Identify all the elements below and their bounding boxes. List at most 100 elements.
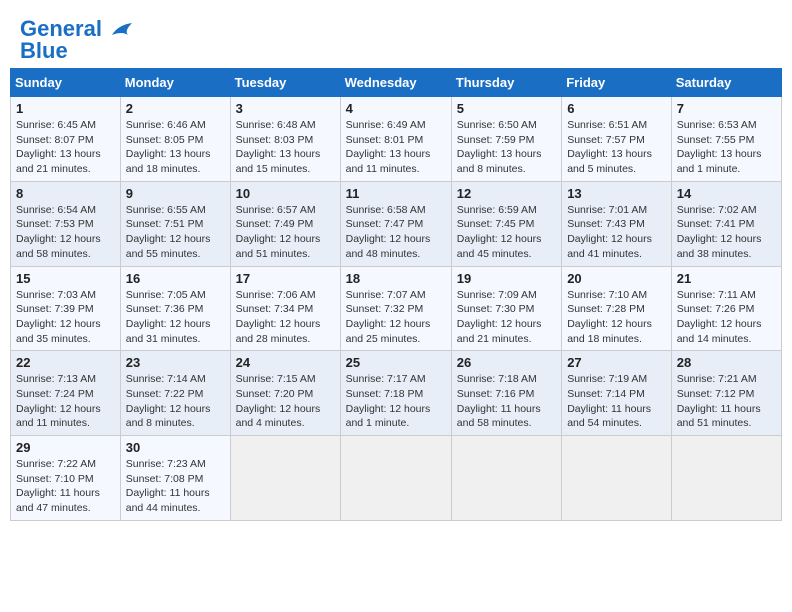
day-number: 15 xyxy=(16,271,115,286)
day-cell-19: 19 Sunrise: 7:09 AM Sunset: 7:30 PM Dayl… xyxy=(451,266,561,351)
day-detail: Sunrise: 6:51 AM Sunset: 7:57 PM Dayligh… xyxy=(567,118,666,177)
day-number: 25 xyxy=(346,355,446,370)
day-detail: Sunrise: 7:11 AM Sunset: 7:26 PM Dayligh… xyxy=(677,288,776,347)
day-detail: Sunrise: 6:50 AM Sunset: 7:59 PM Dayligh… xyxy=(457,118,556,177)
day-detail: Sunrise: 7:07 AM Sunset: 7:32 PM Dayligh… xyxy=(346,288,446,347)
header-friday: Friday xyxy=(562,69,672,97)
header-monday: Monday xyxy=(120,69,230,97)
day-number: 30 xyxy=(126,440,225,455)
day-cell-10: 10 Sunrise: 6:57 AM Sunset: 7:49 PM Dayl… xyxy=(230,181,340,266)
day-cell-7: 7 Sunrise: 6:53 AM Sunset: 7:55 PM Dayli… xyxy=(671,97,781,182)
day-detail: Sunrise: 7:19 AM Sunset: 7:14 PM Dayligh… xyxy=(567,372,666,431)
day-number: 14 xyxy=(677,186,776,201)
day-detail: Sunrise: 7:23 AM Sunset: 7:08 PM Dayligh… xyxy=(126,457,225,516)
empty-cell xyxy=(451,436,561,521)
day-cell-14: 14 Sunrise: 7:02 AM Sunset: 7:41 PM Dayl… xyxy=(671,181,781,266)
day-number: 19 xyxy=(457,271,556,286)
day-detail: Sunrise: 7:06 AM Sunset: 7:34 PM Dayligh… xyxy=(236,288,335,347)
day-cell-9: 9 Sunrise: 6:55 AM Sunset: 7:51 PM Dayli… xyxy=(120,181,230,266)
day-cell-27: 27 Sunrise: 7:19 AM Sunset: 7:14 PM Dayl… xyxy=(562,351,672,436)
day-detail: Sunrise: 7:14 AM Sunset: 7:22 PM Dayligh… xyxy=(126,372,225,431)
week-row-5: 29 Sunrise: 7:22 AM Sunset: 7:10 PM Dayl… xyxy=(11,436,782,521)
day-number: 1 xyxy=(16,101,115,116)
day-detail: Sunrise: 7:22 AM Sunset: 7:10 PM Dayligh… xyxy=(16,457,115,516)
header-thursday: Thursday xyxy=(451,69,561,97)
day-detail: Sunrise: 6:48 AM Sunset: 8:03 PM Dayligh… xyxy=(236,118,335,177)
day-detail: Sunrise: 6:57 AM Sunset: 7:49 PM Dayligh… xyxy=(236,203,335,262)
day-number: 12 xyxy=(457,186,556,201)
day-number: 23 xyxy=(126,355,225,370)
day-cell-28: 28 Sunrise: 7:21 AM Sunset: 7:12 PM Dayl… xyxy=(671,351,781,436)
logo: GeneralBlue xyxy=(20,18,136,62)
day-cell-4: 4 Sunrise: 6:49 AM Sunset: 8:01 PM Dayli… xyxy=(340,97,451,182)
day-cell-23: 23 Sunrise: 7:14 AM Sunset: 7:22 PM Dayl… xyxy=(120,351,230,436)
day-detail: Sunrise: 7:01 AM Sunset: 7:43 PM Dayligh… xyxy=(567,203,666,262)
day-number: 17 xyxy=(236,271,335,286)
day-cell-1: 1 Sunrise: 6:45 AM Sunset: 8:07 PM Dayli… xyxy=(11,97,121,182)
day-detail: Sunrise: 6:53 AM Sunset: 7:55 PM Dayligh… xyxy=(677,118,776,177)
day-cell-12: 12 Sunrise: 6:59 AM Sunset: 7:45 PM Dayl… xyxy=(451,181,561,266)
header-saturday: Saturday xyxy=(671,69,781,97)
empty-cell xyxy=(671,436,781,521)
day-detail: Sunrise: 7:15 AM Sunset: 7:20 PM Dayligh… xyxy=(236,372,335,431)
day-cell-25: 25 Sunrise: 7:17 AM Sunset: 7:18 PM Dayl… xyxy=(340,351,451,436)
day-detail: Sunrise: 7:02 AM Sunset: 7:41 PM Dayligh… xyxy=(677,203,776,262)
day-detail: Sunrise: 7:17 AM Sunset: 7:18 PM Dayligh… xyxy=(346,372,446,431)
day-detail: Sunrise: 6:59 AM Sunset: 7:45 PM Dayligh… xyxy=(457,203,556,262)
day-cell-11: 11 Sunrise: 6:58 AM Sunset: 7:47 PM Dayl… xyxy=(340,181,451,266)
day-number: 20 xyxy=(567,271,666,286)
day-detail: Sunrise: 7:05 AM Sunset: 7:36 PM Dayligh… xyxy=(126,288,225,347)
day-cell-24: 24 Sunrise: 7:15 AM Sunset: 7:20 PM Dayl… xyxy=(230,351,340,436)
day-cell-13: 13 Sunrise: 7:01 AM Sunset: 7:43 PM Dayl… xyxy=(562,181,672,266)
day-cell-22: 22 Sunrise: 7:13 AM Sunset: 7:24 PM Dayl… xyxy=(11,351,121,436)
day-number: 4 xyxy=(346,101,446,116)
day-cell-29: 29 Sunrise: 7:22 AM Sunset: 7:10 PM Dayl… xyxy=(11,436,121,521)
day-detail: Sunrise: 6:58 AM Sunset: 7:47 PM Dayligh… xyxy=(346,203,446,262)
day-cell-3: 3 Sunrise: 6:48 AM Sunset: 8:03 PM Dayli… xyxy=(230,97,340,182)
day-detail: Sunrise: 6:46 AM Sunset: 8:05 PM Dayligh… xyxy=(126,118,225,177)
logo-text: GeneralBlue xyxy=(20,18,102,62)
empty-cell xyxy=(562,436,672,521)
calendar-table: Sunday Monday Tuesday Wednesday Thursday… xyxy=(10,68,782,521)
day-cell-5: 5 Sunrise: 6:50 AM Sunset: 7:59 PM Dayli… xyxy=(451,97,561,182)
day-cell-20: 20 Sunrise: 7:10 AM Sunset: 7:28 PM Dayl… xyxy=(562,266,672,351)
day-detail: Sunrise: 6:45 AM Sunset: 8:07 PM Dayligh… xyxy=(16,118,115,177)
header-sunday: Sunday xyxy=(11,69,121,97)
weekday-header-row: Sunday Monday Tuesday Wednesday Thursday… xyxy=(11,69,782,97)
day-number: 2 xyxy=(126,101,225,116)
day-number: 29 xyxy=(16,440,115,455)
day-number: 27 xyxy=(567,355,666,370)
day-number: 7 xyxy=(677,101,776,116)
day-detail: Sunrise: 6:49 AM Sunset: 8:01 PM Dayligh… xyxy=(346,118,446,177)
day-cell-21: 21 Sunrise: 7:11 AM Sunset: 7:26 PM Dayl… xyxy=(671,266,781,351)
day-cell-2: 2 Sunrise: 6:46 AM Sunset: 8:05 PM Dayli… xyxy=(120,97,230,182)
day-number: 22 xyxy=(16,355,115,370)
day-number: 10 xyxy=(236,186,335,201)
day-number: 6 xyxy=(567,101,666,116)
day-number: 3 xyxy=(236,101,335,116)
day-detail: Sunrise: 7:21 AM Sunset: 7:12 PM Dayligh… xyxy=(677,372,776,431)
day-cell-26: 26 Sunrise: 7:18 AM Sunset: 7:16 PM Dayl… xyxy=(451,351,561,436)
day-number: 28 xyxy=(677,355,776,370)
day-detail: Sunrise: 7:10 AM Sunset: 7:28 PM Dayligh… xyxy=(567,288,666,347)
day-detail: Sunrise: 7:13 AM Sunset: 7:24 PM Dayligh… xyxy=(16,372,115,431)
day-cell-17: 17 Sunrise: 7:06 AM Sunset: 7:34 PM Dayl… xyxy=(230,266,340,351)
day-cell-16: 16 Sunrise: 7:05 AM Sunset: 7:36 PM Dayl… xyxy=(120,266,230,351)
day-cell-8: 8 Sunrise: 6:54 AM Sunset: 7:53 PM Dayli… xyxy=(11,181,121,266)
day-cell-6: 6 Sunrise: 6:51 AM Sunset: 7:57 PM Dayli… xyxy=(562,97,672,182)
day-detail: Sunrise: 6:54 AM Sunset: 7:53 PM Dayligh… xyxy=(16,203,115,262)
day-number: 16 xyxy=(126,271,225,286)
day-number: 24 xyxy=(236,355,335,370)
day-number: 18 xyxy=(346,271,446,286)
day-cell-18: 18 Sunrise: 7:07 AM Sunset: 7:32 PM Dayl… xyxy=(340,266,451,351)
day-detail: Sunrise: 7:18 AM Sunset: 7:16 PM Dayligh… xyxy=(457,372,556,431)
day-cell-30: 30 Sunrise: 7:23 AM Sunset: 7:08 PM Dayl… xyxy=(120,436,230,521)
logo-bird-icon xyxy=(104,21,136,49)
week-row-1: 1 Sunrise: 6:45 AM Sunset: 8:07 PM Dayli… xyxy=(11,97,782,182)
page-header: GeneralBlue xyxy=(10,10,782,62)
day-number: 8 xyxy=(16,186,115,201)
header-tuesday: Tuesday xyxy=(230,69,340,97)
week-row-2: 8 Sunrise: 6:54 AM Sunset: 7:53 PM Dayli… xyxy=(11,181,782,266)
week-row-3: 15 Sunrise: 7:03 AM Sunset: 7:39 PM Dayl… xyxy=(11,266,782,351)
empty-cell xyxy=(340,436,451,521)
